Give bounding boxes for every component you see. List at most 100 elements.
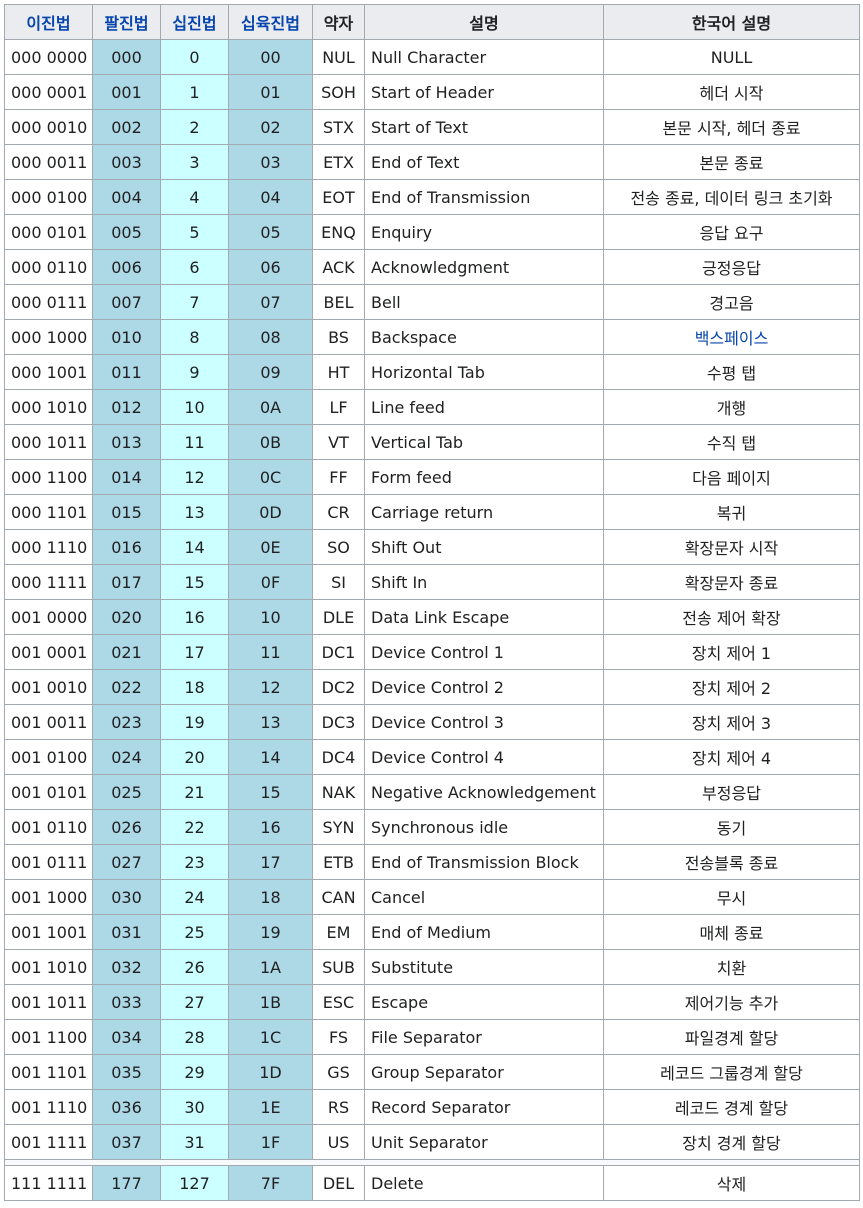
cell-hex: 04 <box>228 179 313 215</box>
cell-desc: Acknowledgment <box>364 249 604 285</box>
table-row: 001 1011 033 27 1B ESC Escape 제어기능 추가 <box>4 984 860 1020</box>
cell-desc: End of Text <box>364 144 604 180</box>
table-row: 000 1100 014 12 0C FF Form feed 다음 페이지 <box>4 459 860 495</box>
cell-decimal: 26 <box>160 949 229 985</box>
cell-abbr: DC2 <box>312 669 365 705</box>
cell-decimal: 5 <box>160 214 229 250</box>
cell-binary: 000 1011 <box>4 424 93 460</box>
table-row: 001 1101 035 29 1D GS Group Separator 레코드 그룹경계… <box>4 1054 860 1090</box>
cell-octal: 030 <box>92 879 161 915</box>
cell-decimal: 10 <box>160 389 229 425</box>
header-decimal[interactable]: 십진법 <box>160 4 229 40</box>
cell-binary: 111 1111 <box>4 1165 93 1201</box>
ascii-control-table: 이진법 팔진법 십진법 십육진법 약자 설명 한국어 설명 000 0000 00… <box>4 4 860 1201</box>
cell-desc: Data Link Escape <box>364 599 604 635</box>
cell-hex: 02 <box>228 109 313 145</box>
header-row: 이진법 팔진법 십진법 십육진법 약자 설명 한국어 설명 <box>4 4 860 40</box>
cell-korean-link[interactable]: 백스페이스 <box>603 319 860 355</box>
cell-decimal: 19 <box>160 704 229 740</box>
cell-binary: 000 1010 <box>4 389 93 425</box>
table-row: 001 1010 032 26 1A SUB Substitute 치환 <box>4 949 860 985</box>
cell-binary: 001 1011 <box>4 984 93 1020</box>
cell-korean: 삭제 <box>603 1165 860 1201</box>
cell-hex: 12 <box>228 669 313 705</box>
cell-desc: Delete <box>364 1165 604 1201</box>
header-abbr: 약자 <box>312 4 365 40</box>
cell-binary: 001 0111 <box>4 844 93 880</box>
cell-decimal: 8 <box>160 319 229 355</box>
cell-korean: 응답 요구 <box>603 214 860 250</box>
cell-binary: 000 1111 <box>4 564 93 600</box>
header-hex[interactable]: 십육진법 <box>228 4 313 40</box>
cell-decimal: 0 <box>160 39 229 75</box>
table-row: 000 1011 013 11 0B VT Vertical Tab 수직 탭 <box>4 424 860 460</box>
cell-korean: 장치 제어 2 <box>603 669 860 705</box>
cell-korean: 무시 <box>603 879 860 915</box>
cell-binary: 000 0110 <box>4 249 93 285</box>
cell-octal: 033 <box>92 984 161 1020</box>
cell-abbr: SUB <box>312 949 365 985</box>
cell-octal: 013 <box>92 424 161 460</box>
cell-octal: 006 <box>92 249 161 285</box>
cell-octal: 032 <box>92 949 161 985</box>
cell-hex: 10 <box>228 599 313 635</box>
cell-korean: 제어기능 추가 <box>603 984 860 1020</box>
cell-binary: 001 0110 <box>4 809 93 845</box>
table-row: 000 0100 004 4 04 EOT End of Transmission 전송 종… <box>4 179 860 215</box>
cell-hex: 15 <box>228 774 313 810</box>
cell-abbr: SOH <box>312 74 365 110</box>
cell-octal: 035 <box>92 1054 161 1090</box>
cell-binary: 001 0001 <box>4 634 93 670</box>
table-row: 000 1110 016 14 0E SO Shift Out 확장문자 시작 <box>4 529 860 565</box>
cell-desc: Backspace <box>364 319 604 355</box>
cell-octal: 036 <box>92 1089 161 1125</box>
cell-octal: 005 <box>92 214 161 250</box>
cell-hex: 09 <box>228 354 313 390</box>
cell-abbr: DC1 <box>312 634 365 670</box>
table-row: 000 0110 006 6 06 ACK Acknowledgment 긍정응답 <box>4 249 860 285</box>
cell-binary: 000 0111 <box>4 284 93 320</box>
header-binary[interactable]: 이진법 <box>4 4 93 40</box>
header-korean: 한국어 설명 <box>603 4 860 40</box>
cell-hex: 0A <box>228 389 313 425</box>
cell-abbr: EOT <box>312 179 365 215</box>
cell-desc: Unit Separator <box>364 1124 604 1160</box>
table-row: 000 0011 003 3 03 ETX End of Text 본문 종료 <box>4 144 860 180</box>
cell-desc: File Separator <box>364 1019 604 1055</box>
cell-abbr: NAK <box>312 774 365 810</box>
cell-octal: 004 <box>92 179 161 215</box>
cell-desc: Line feed <box>364 389 604 425</box>
cell-hex: 0E <box>228 529 313 565</box>
cell-abbr: RS <box>312 1089 365 1125</box>
cell-hex: 7F <box>228 1165 313 1201</box>
cell-decimal: 23 <box>160 844 229 880</box>
cell-korean: 복귀 <box>603 494 860 530</box>
cell-octal: 034 <box>92 1019 161 1055</box>
cell-desc: Substitute <box>364 949 604 985</box>
cell-decimal: 21 <box>160 774 229 810</box>
cell-hex: 1E <box>228 1089 313 1125</box>
cell-desc: Enquiry <box>364 214 604 250</box>
cell-abbr: EM <box>312 914 365 950</box>
cell-octal: 000 <box>92 39 161 75</box>
cell-hex: 05 <box>228 214 313 250</box>
cell-abbr: DC4 <box>312 739 365 775</box>
cell-decimal: 6 <box>160 249 229 285</box>
cell-abbr: ACK <box>312 249 365 285</box>
cell-hex: 0B <box>228 424 313 460</box>
cell-korean: 본문 종료 <box>603 144 860 180</box>
cell-hex: 13 <box>228 704 313 740</box>
cell-decimal: 28 <box>160 1019 229 1055</box>
cell-korean: 확장문자 종료 <box>603 564 860 600</box>
table-row: 001 1100 034 28 1C FS File Separator 파일경계 할당 <box>4 1019 860 1055</box>
cell-hex: 1F <box>228 1124 313 1160</box>
cell-abbr: VT <box>312 424 365 460</box>
cell-korean: 본문 시작, 헤더 종료 <box>603 109 860 145</box>
cell-abbr: FS <box>312 1019 365 1055</box>
cell-korean: 확장문자 시작 <box>603 529 860 565</box>
cell-desc: Shift Out <box>364 529 604 565</box>
table-row: 000 1010 012 10 0A LF Line feed 개행 <box>4 389 860 425</box>
table-row: 000 1001 011 9 09 HT Horizontal Tab 수평 탭 <box>4 354 860 390</box>
table-row: 001 0101 025 21 15 NAK Negative Acknowledgeme… <box>4 774 860 810</box>
header-octal[interactable]: 팔진법 <box>92 4 161 40</box>
